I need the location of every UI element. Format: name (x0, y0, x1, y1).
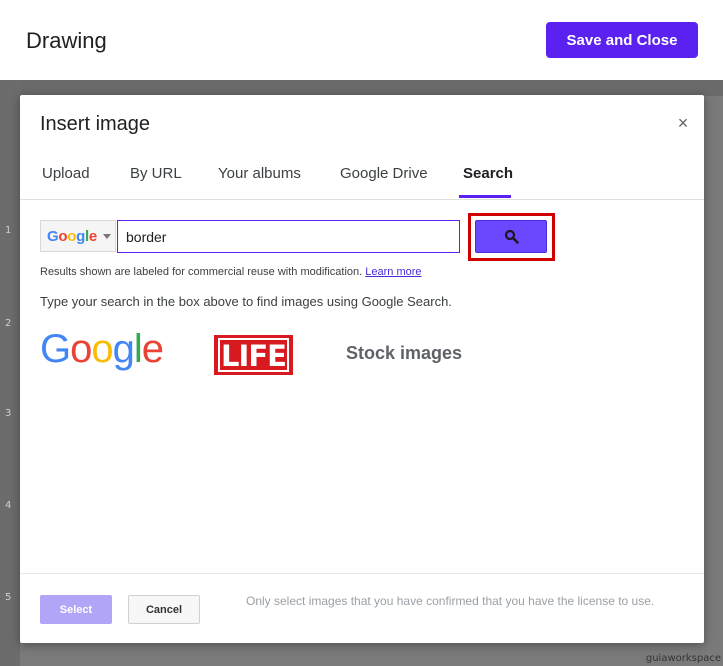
dialog-title: Insert image (40, 113, 151, 135)
tab-by-url[interactable]: By URL (130, 165, 182, 182)
ruler-mark: 2 (5, 318, 12, 329)
google-logo-small: Google (47, 228, 97, 245)
watermark: guiaworkspace (645, 653, 721, 664)
ruler-mark: 1 (5, 225, 12, 236)
tab-bar: Upload By URL Your albums Google Drive S… (20, 155, 704, 200)
close-icon[interactable]: × (672, 113, 694, 135)
search-icon (504, 229, 519, 244)
ruler-mark: 4 (5, 500, 12, 511)
search-input[interactable] (117, 220, 460, 253)
ruler-mark: 3 (5, 408, 12, 419)
life-logo-text: LIFE (218, 338, 289, 373)
dialog-footer: Select Cancel Only select images that yo… (20, 573, 704, 644)
search-instructions: Type your search in the box above to fin… (40, 294, 452, 309)
learn-more-link[interactable]: Learn more (365, 266, 421, 278)
stock-images-source[interactable]: Stock images (346, 343, 462, 364)
tab-google-drive[interactable]: Google Drive (340, 165, 428, 182)
license-confirmation-note: Only select images that you have confirm… (246, 594, 655, 608)
ruler-mark: 5 (5, 592, 12, 603)
google-source-logo[interactable]: Google (40, 327, 164, 372)
tab-search[interactable]: Search (463, 165, 513, 182)
insert-image-dialog: Insert image × Upload By URL Your albums… (20, 95, 704, 643)
vertical-ruler: 1 2 3 4 5 (0, 80, 20, 666)
license-note: Results shown are labeled for commercial… (40, 266, 422, 278)
chevron-down-icon (103, 234, 111, 239)
tab-upload[interactable]: Upload (42, 165, 90, 182)
save-and-close-button[interactable]: Save and Close (546, 22, 698, 58)
search-button[interactable] (475, 220, 547, 253)
editor-toolbar (20, 80, 723, 96)
select-button[interactable]: Select (40, 595, 112, 624)
life-source-logo[interactable]: LIFE (214, 335, 293, 375)
active-tab-indicator (459, 195, 511, 198)
search-engine-dropdown[interactable]: Google (40, 220, 116, 252)
license-note-text: Results shown are labeled for commercial… (40, 266, 363, 278)
cancel-button[interactable]: Cancel (128, 595, 200, 624)
tab-your-albums[interactable]: Your albums (218, 165, 301, 182)
editor-top-bar: Drawing Save and Close (0, 0, 723, 81)
editor-title: Drawing (26, 28, 107, 53)
